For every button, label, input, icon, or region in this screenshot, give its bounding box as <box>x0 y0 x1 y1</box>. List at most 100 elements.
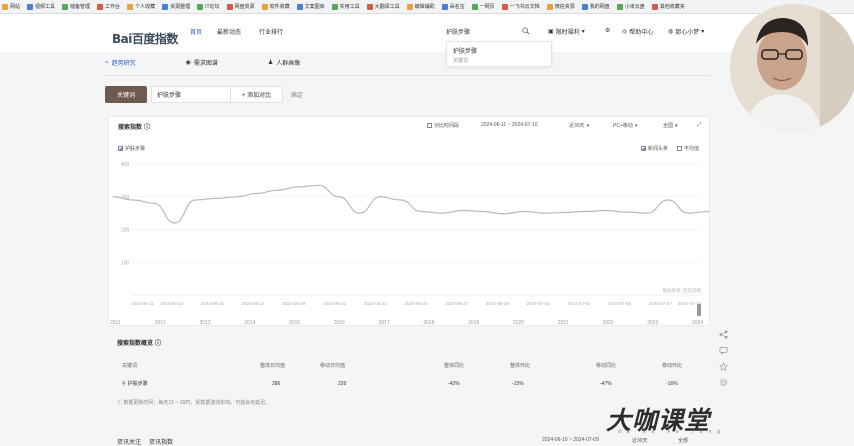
data-point[interactable] <box>502 213 505 215</box>
data-point[interactable] <box>667 199 669 201</box>
bookmark-label: 一网页 <box>479 4 495 10</box>
summary-keyword-text: 护肤步骤 <box>127 381 148 387</box>
data-point[interactable] <box>523 210 525 213</box>
bookmark-item[interactable]: 一飞书云文档 <box>501 3 540 10</box>
comment-icon[interactable] <box>719 346 728 355</box>
data-point[interactable] <box>564 211 566 214</box>
bookmark-item[interactable]: 实用工具 <box>331 3 360 10</box>
bookmark-item[interactable]: 储备管理 <box>62 3 90 10</box>
search-suggestion[interactable]: 护肤步骤 关键词 <box>446 41 552 67</box>
timeline-year[interactable]: 2013 <box>200 320 211 326</box>
bookmark-item[interactable]: 网盘资源 <box>226 3 255 10</box>
bookmark-item[interactable]: 我的网盘 <box>581 3 610 10</box>
bookmark-item[interactable]: 大翻译工具 <box>366 3 400 10</box>
nav-ranking[interactable]: 行业排行 <box>259 27 283 36</box>
bookmark-item[interactable]: 个人收藏 <box>127 3 155 10</box>
timeline-year[interactable]: 2019 <box>468 320 479 326</box>
timeline-year[interactable]: 2011 <box>110 320 121 326</box>
bookmark-item[interactable]: 软件收藏 <box>261 3 290 10</box>
data-point[interactable] <box>400 199 402 201</box>
data-point[interactable] <box>441 212 443 214</box>
data-point[interactable] <box>461 209 463 212</box>
timeline-year[interactable]: 2018 <box>423 320 434 326</box>
folder-icon <box>162 3 169 10</box>
timeline-year[interactable]: 2021 <box>558 320 569 326</box>
keyword-type-button[interactable]: 关键词 <box>105 86 147 103</box>
timeline-handle[interactable] <box>697 304 701 316</box>
data-point[interactable] <box>420 210 422 213</box>
x-tick-label: 2024-06-21 <box>323 301 347 306</box>
bookmark-item[interactable]: 工作台 <box>97 3 120 10</box>
bookmark-item[interactable]: 视频工具 <box>27 3 55 10</box>
timeline-year[interactable]: 2016 <box>334 320 345 326</box>
folder-icon <box>331 3 338 10</box>
bookmark-item[interactable]: 资源整理 <box>162 3 190 10</box>
info-icon[interactable]: ⓘ <box>155 338 161 347</box>
bookmark-item[interactable]: 其他收藏夹 <box>651 3 685 10</box>
data-point[interactable] <box>194 199 196 201</box>
search-icon[interactable] <box>522 27 530 35</box>
data-point[interactable] <box>379 196 381 198</box>
data-point[interactable] <box>605 209 607 212</box>
timeline-year[interactable]: 2023 <box>647 320 658 326</box>
data-point[interactable] <box>585 210 587 213</box>
bookmark-item[interactable]: 微信资源 <box>546 3 575 10</box>
news-date-range[interactable]: 2024-06-10 ~ 2024-07-09 <box>542 437 599 443</box>
bookmark-item[interactable]: 编辑辅助 <box>406 3 435 10</box>
bookmark-item[interactable]: 朵名宝 <box>441 3 465 10</box>
series-line[interactable] <box>112 184 710 224</box>
timeline-year[interactable]: 2012 <box>155 320 166 326</box>
add-compare-button[interactable]: + 添加对比 <box>231 86 283 103</box>
data-point[interactable] <box>543 212 546 214</box>
nav-latest[interactable]: 最新动态 <box>217 27 241 36</box>
share-icon[interactable] <box>719 330 728 339</box>
keyword-input[interactable]: 护肤步骤 <box>151 86 231 103</box>
data-point[interactable] <box>112 196 114 198</box>
bookmark-item[interactable]: 网站 <box>2 3 20 10</box>
confirm-button[interactable]: 确定 <box>291 90 303 99</box>
data-point[interactable] <box>276 189 279 191</box>
data-point[interactable] <box>687 212 690 214</box>
data-point[interactable] <box>359 212 361 214</box>
limited-offer-link[interactable]: ▣ 限时福利 ▾ <box>548 27 585 36</box>
divider <box>105 75 710 76</box>
user-menu[interactable]: ◍ 那心小梦 ▾ <box>668 27 704 36</box>
gift-icon: ▣ <box>548 29 554 35</box>
data-point[interactable] <box>174 222 176 224</box>
data-point[interactable] <box>317 184 320 186</box>
data-point[interactable] <box>235 196 237 198</box>
settings-gear-icon[interactable] <box>719 378 728 387</box>
search-input[interactable]: 护肤步骤 <box>446 27 470 36</box>
timeline-year[interactable]: 2024 <box>692 320 703 326</box>
data-point[interactable] <box>626 211 628 213</box>
tab-audience[interactable]: ♟ 人群画像 <box>268 56 300 68</box>
data-point[interactable] <box>153 202 155 204</box>
help-center-link[interactable]: ◎ 帮助中心 <box>622 27 653 36</box>
line-chart[interactable]: 4003002001002024-06-11 2024-06-13 2024-06-… <box>109 117 711 327</box>
baidu-index-logo[interactable]: Bai百度指数 <box>112 30 178 47</box>
data-point[interactable] <box>646 212 648 214</box>
data-point[interactable] <box>338 196 340 198</box>
settings-icon[interactable]: ⚙ <box>605 27 610 34</box>
nav-home[interactable]: 首页 <box>190 27 202 36</box>
data-point[interactable] <box>482 210 484 213</box>
data-point[interactable] <box>297 186 299 188</box>
data-point[interactable] <box>708 210 710 213</box>
tab-news-attention[interactable]: 资讯关注 <box>117 437 141 446</box>
bookmark-item[interactable]: IT论坛 <box>197 3 220 10</box>
data-point[interactable] <box>132 199 135 201</box>
data-point[interactable] <box>256 192 258 195</box>
star-icon[interactable] <box>718 362 728 371</box>
timeline-year[interactable]: 2014 <box>244 320 255 326</box>
timeline-year[interactable]: 2017 <box>379 320 390 326</box>
bookmark-item[interactable]: 文案图库 <box>296 3 325 10</box>
data-point[interactable] <box>215 197 217 199</box>
timeline-year[interactable]: 2015 <box>289 320 300 326</box>
bookmark-item[interactable]: 小米云盘 <box>616 3 645 10</box>
timeline-year[interactable]: 2022 <box>602 320 613 326</box>
tab-demand[interactable]: ◉ 需求图谱 <box>186 56 218 68</box>
timeline-year[interactable]: 2020 <box>513 320 524 326</box>
tab-trend[interactable]: ⌁ 趋势研究 <box>105 56 136 68</box>
tab-news-index[interactable]: 资讯指数 <box>149 437 173 446</box>
bookmark-item[interactable]: 一网页 <box>471 3 495 10</box>
